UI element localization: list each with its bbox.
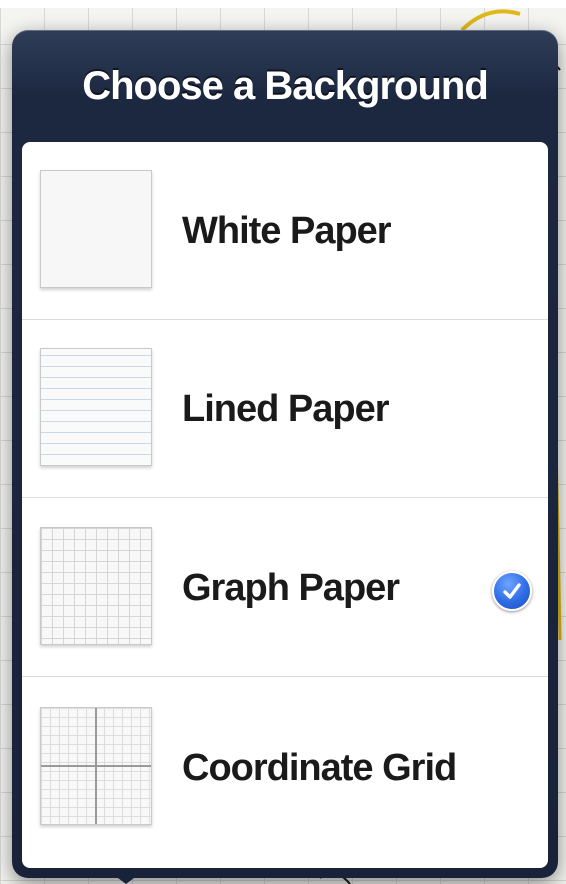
option-lined-paper[interactable]: Lined Paper: [22, 320, 548, 498]
popover-title: Choose a Background: [82, 63, 489, 108]
background-options-list: White Paper Lined Paper Graph Paper Coor…: [22, 142, 548, 868]
option-graph-paper[interactable]: Graph Paper: [22, 499, 548, 677]
coordinate-grid-thumbnail: [40, 707, 152, 825]
top-strip: [0, 0, 566, 8]
drawing-canvas[interactable]: Choose a Background White Paper Lined Pa…: [0, 0, 566, 884]
checkmark-icon: [492, 571, 532, 611]
option-label: Lined Paper: [182, 387, 389, 430]
y-axis-line: [95, 708, 97, 824]
lined-paper-thumbnail: [40, 348, 152, 466]
popover-arrow: [110, 872, 142, 884]
graph-paper-thumbnail: [40, 527, 152, 645]
background-picker-popover: Choose a Background White Paper Lined Pa…: [12, 30, 558, 878]
option-label: Graph Paper: [182, 566, 400, 609]
white-paper-thumbnail: [40, 170, 152, 288]
option-coordinate-grid[interactable]: Coordinate Grid: [22, 679, 548, 857]
option-label: White Paper: [182, 209, 392, 252]
option-white-paper[interactable]: White Paper: [22, 142, 548, 320]
option-label: Coordinate Grid: [182, 746, 457, 789]
